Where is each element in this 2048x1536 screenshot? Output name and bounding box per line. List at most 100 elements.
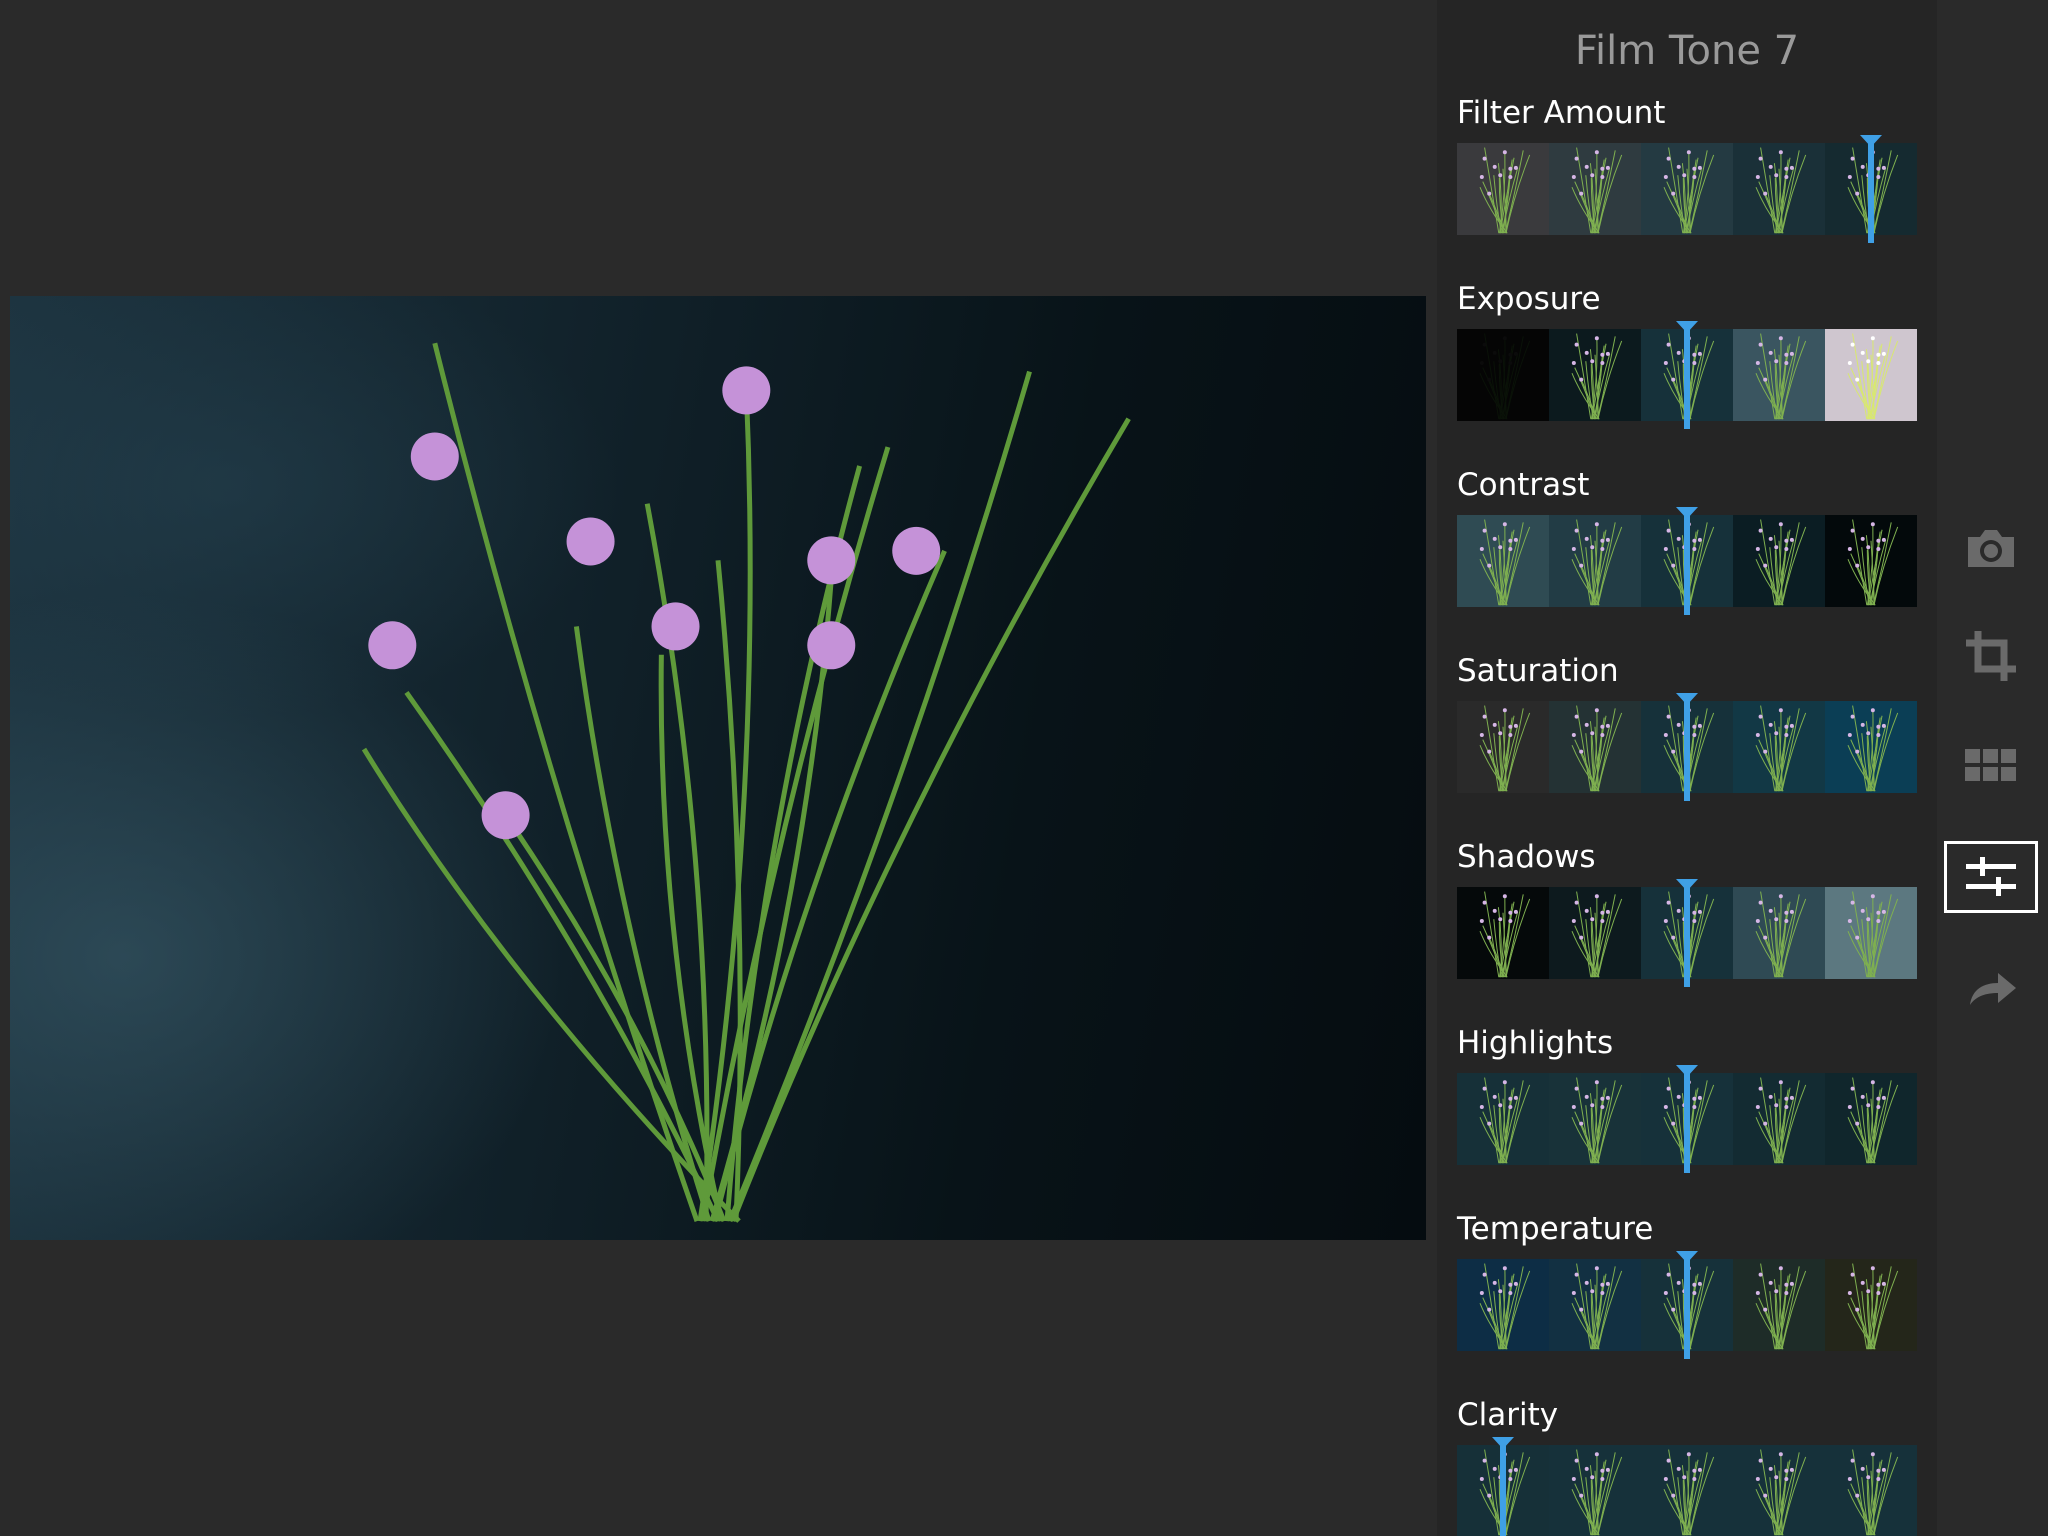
preview-thumbnail[interactable] — [1825, 329, 1917, 421]
preview-thumbnail[interactable] — [1825, 1073, 1917, 1165]
preview-thumbnail[interactable] — [1641, 1445, 1733, 1536]
chive-flower — [1755, 1291, 1760, 1296]
chive-flower — [1594, 150, 1599, 155]
preview-thumbnail[interactable] — [1549, 1445, 1641, 1536]
preview-thumbnail[interactable] — [1733, 143, 1825, 235]
chive-flower — [1508, 910, 1513, 915]
chive-flower — [1755, 733, 1760, 738]
chive-flower — [807, 621, 856, 670]
preview-thumbnail[interactable] — [1733, 701, 1825, 793]
chive-flower — [1881, 723, 1886, 728]
preview-thumbnail[interactable] — [1549, 701, 1641, 793]
chive-flower — [566, 517, 615, 566]
slider-handle[interactable] — [1676, 693, 1698, 801]
preview-thumbnail[interactable] — [1549, 143, 1641, 235]
slider-handle[interactable] — [1676, 879, 1698, 987]
adjustment-label: Highlights — [1457, 1025, 1614, 1061]
crop-button[interactable] — [1944, 620, 2038, 692]
chive-flower — [1676, 536, 1681, 541]
chive-flower — [1605, 723, 1610, 728]
adjust-button[interactable] — [1944, 841, 2038, 913]
adjustment-row: Clarity — [1457, 1395, 1917, 1536]
chive-flower — [1671, 749, 1676, 754]
chive-flower — [1479, 919, 1484, 924]
chive-stem — [1596, 1266, 1616, 1350]
grid-button[interactable] — [1944, 730, 2038, 802]
chive-flower — [1574, 714, 1579, 719]
preview-thumbnail[interactable] — [1825, 515, 1917, 607]
preview-thumbnail[interactable] — [1733, 887, 1825, 979]
chive-flower — [1784, 724, 1789, 729]
preview-thumbnail[interactable] — [1641, 143, 1733, 235]
chive-flower — [1870, 1266, 1875, 1271]
chive-flower — [1666, 1086, 1671, 1091]
preview-thumbnail[interactable] — [1825, 887, 1917, 979]
chive-flower — [1584, 1280, 1589, 1285]
chive-stem — [1688, 336, 1708, 420]
chive-flower — [1508, 166, 1513, 171]
chive-flower — [1498, 917, 1503, 922]
preview-thumbnail[interactable] — [1733, 1445, 1825, 1536]
thumbnail-image — [1571, 1077, 1623, 1164]
preview-thumbnail[interactable] — [1549, 887, 1641, 979]
chive-flower — [1482, 1458, 1487, 1463]
slider-handle[interactable] — [1860, 135, 1882, 243]
chive-stem — [1504, 150, 1524, 234]
preview-thumbnail[interactable] — [1549, 329, 1641, 421]
chive-stem — [1872, 708, 1892, 792]
preview-thumbnail[interactable] — [1733, 515, 1825, 607]
chive-flower — [1692, 361, 1697, 366]
chive-flower — [1847, 919, 1852, 924]
preview-thumbnail[interactable] — [1733, 1073, 1825, 1165]
preview-thumbnail[interactable] — [1733, 1259, 1825, 1351]
slider-handle[interactable] — [1492, 1437, 1514, 1536]
chive-flower — [1774, 1103, 1779, 1108]
chive-stem — [1780, 522, 1800, 606]
chive-flower — [1571, 1291, 1576, 1296]
chive-flower — [1666, 528, 1671, 533]
chive-stem — [1780, 894, 1800, 978]
preview-thumbnail[interactable] — [1457, 1259, 1549, 1351]
camera-button[interactable] — [1944, 512, 2038, 584]
preview-thumbnail[interactable] — [1825, 701, 1917, 793]
preview-thumbnail[interactable] — [1457, 701, 1549, 793]
chive-flower — [1671, 1493, 1676, 1498]
chive-flower — [1571, 1477, 1576, 1482]
preview-thumbnail[interactable] — [1825, 1445, 1917, 1536]
adjustment-slider-strip[interactable] — [1457, 143, 1917, 235]
chive-stem — [1596, 522, 1616, 606]
chive-flower — [1697, 1467, 1702, 1472]
slider-handle[interactable] — [1676, 1251, 1698, 1359]
chive-stem — [1780, 708, 1800, 792]
adjustment-slider-strip[interactable] — [1457, 1445, 1917, 1536]
thumbnail-image — [1847, 333, 1899, 420]
preview-thumbnail[interactable] — [1457, 1073, 1549, 1165]
share-button[interactable] — [1944, 952, 2038, 1024]
preview-thumbnail[interactable] — [1825, 1259, 1917, 1351]
slider-handle[interactable] — [1676, 1065, 1698, 1173]
chive-flower — [481, 791, 530, 840]
preview-thumbnail[interactable] — [1733, 329, 1825, 421]
chive-flower — [1600, 724, 1605, 729]
chive-flower — [1850, 714, 1855, 719]
chive-stem — [1781, 898, 1807, 978]
chive-flower — [1487, 935, 1492, 940]
chive-flower — [1866, 731, 1871, 736]
chive-stem — [1872, 336, 1892, 420]
slider-handle[interactable] — [1676, 321, 1698, 429]
preview-thumbnail[interactable] — [1457, 515, 1549, 607]
preview-thumbnail[interactable] — [1457, 329, 1549, 421]
chive-flower — [1579, 749, 1584, 754]
preview-thumbnail[interactable] — [1549, 515, 1641, 607]
thumbnail-image — [1479, 1263, 1531, 1350]
preview-thumbnail[interactable] — [1457, 887, 1549, 979]
chive-flower — [1574, 528, 1579, 533]
slider-handle[interactable] — [1676, 507, 1698, 615]
chive-flower — [1697, 723, 1702, 728]
preview-thumbnail[interactable] — [1457, 143, 1549, 235]
thumbnail-image — [1479, 147, 1531, 234]
chive-stem — [1597, 898, 1623, 978]
preview-thumbnail[interactable] — [1549, 1259, 1641, 1351]
chive-flower — [1850, 156, 1855, 161]
preview-thumbnail[interactable] — [1549, 1073, 1641, 1165]
